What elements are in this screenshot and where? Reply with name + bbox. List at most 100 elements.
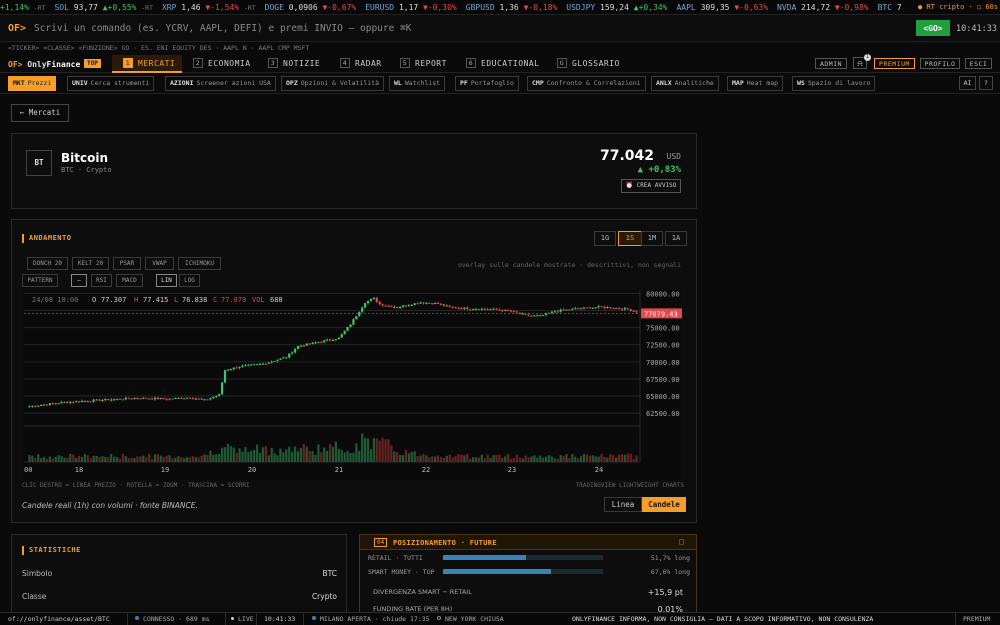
volume-bar <box>469 458 472 462</box>
timeframe-1s-button[interactable]: 1S <box>618 231 642 246</box>
price-chart[interactable]: 80000.0077500.0075000.0072500.0070000.00… <box>22 290 682 480</box>
ticker-item[interactable]: SOL 93,77 ▲+0,55% -RT <box>54 0 153 14</box>
ticker-item[interactable]: XRP 1,46 ▼-1,54% -RT <box>162 0 256 14</box>
ticker-item[interactable]: DOGE 0,0906 ▼-0,67% <box>265 0 357 14</box>
ticker-item[interactable]: USDJPY 159,24 ▲+0,34% <box>566 0 667 14</box>
ohlc-legend-item: 77.307 <box>101 296 126 304</box>
candle <box>311 342 314 344</box>
overlay-donch-20-button[interactable]: DONCH 20 <box>27 257 68 270</box>
volume-bar <box>250 450 253 462</box>
volume-bar <box>530 456 533 462</box>
candle <box>504 309 507 312</box>
volume-bar <box>194 457 197 462</box>
help-button[interactable]: ? <box>979 76 993 90</box>
tab-economia[interactable]: 2 ECONOMIA <box>193 55 255 73</box>
candle <box>232 367 235 370</box>
candle <box>215 395 218 397</box>
exit-button[interactable]: ESCI <box>965 58 992 69</box>
study-macd-button[interactable]: MACD <box>116 274 143 287</box>
volume-bar <box>293 446 297 462</box>
profile-button[interactable]: PROFILO <box>920 58 960 69</box>
status-clock: 10:41:33 <box>264 615 296 623</box>
candle <box>28 406 31 408</box>
study-pattern-button[interactable]: PATTERN <box>22 274 58 287</box>
ticker-item[interactable]: +1,14% -RT <box>0 0 45 14</box>
subtab-pf[interactable]: PF Portafoglio <box>455 76 519 91</box>
scale-log-button[interactable]: LOG <box>179 274 200 287</box>
subtab-azioni[interactable]: AZIONI Screener azioni USA <box>165 76 276 91</box>
overlay-kelt-20-button[interactable]: KELT 20 <box>72 257 109 270</box>
ticker-item[interactable]: NVDA 214,72 ▼-0,98% <box>777 0 869 14</box>
mode-candles-button[interactable]: Candele <box>642 497 686 512</box>
go-button[interactable]: <GO> <box>916 20 950 36</box>
volume-bar <box>407 453 410 462</box>
timeframe-1g-button[interactable]: 1G <box>594 231 616 246</box>
volume-bar <box>127 458 130 462</box>
mode-line-button[interactable]: Linea <box>604 497 642 512</box>
volume-bar <box>480 454 483 462</box>
tab-mercati[interactable]: 1 MERCATI <box>112 55 182 73</box>
subtab-ws[interactable]: WS Spazio di lavoro <box>792 76 876 91</box>
ohlc-legend-item: VOL <box>252 296 265 304</box>
ticker-item[interactable]: GBPUSD 1,36 ▼-0,18% <box>466 0 558 14</box>
tab-report[interactable]: 5 REPORT <box>400 55 454 73</box>
subtab-cmp[interactable]: CMP Confronto & Correlazioni <box>527 76 646 91</box>
tab-radar[interactable]: 4 RADAR <box>340 55 388 73</box>
market-status: MILANO APERTA · chiude 17:35 <box>312 613 430 625</box>
volume-bar <box>162 456 165 462</box>
candle <box>282 357 285 359</box>
collapse-icon[interactable]: □ <box>679 537 684 546</box>
syntax-hint: <TICKER> <CLASSE> <FUNZIONE> GO · ES. EN… <box>8 44 310 52</box>
timeframe-1a-button[interactable]: 1A <box>665 231 687 246</box>
logo[interactable]: OF> OnlyFinance <box>8 60 80 69</box>
study-rsi-button[interactable]: RSI <box>91 274 112 287</box>
volume-bar <box>177 456 180 462</box>
stat-row: Classe Crypto <box>22 592 337 601</box>
overlay-psar-button[interactable]: PSAR <box>113 257 141 270</box>
volume-bar <box>612 454 615 462</box>
overlay-ichimoku-button[interactable]: ICHIMOKU <box>178 257 221 270</box>
command-input[interactable]: Scrivi un comando (es. YCRV, AAPL, DEFI)… <box>34 23 412 34</box>
subtab-opz[interactable]: OPZ Opzioni & Volatilità <box>281 76 385 91</box>
overlay-vwap-button[interactable]: VWAP <box>145 257 174 270</box>
tab-glossario[interactable]: G GLOSSARIO <box>557 55 621 73</box>
timeframe-1m-button[interactable]: 1M <box>641 231 663 246</box>
study-none-button[interactable]: — <box>71 274 87 287</box>
volume-bar <box>384 439 387 462</box>
volume-bar <box>504 456 507 462</box>
subtab-anlx[interactable]: ANLX Analitiche <box>651 76 719 91</box>
candle <box>291 352 294 354</box>
candle <box>261 363 265 365</box>
candle <box>346 326 349 331</box>
candle <box>276 359 279 361</box>
volume-bar <box>396 452 399 462</box>
create-alert-button[interactable]: ⏰ CREA AVVISO <box>621 179 681 193</box>
volume-bar <box>323 447 326 462</box>
ai-button[interactable]: AI <box>959 76 976 90</box>
volume-bar <box>466 453 469 462</box>
volume-bar <box>483 458 486 462</box>
subtab-univ[interactable]: UNIV Cerca strumenti <box>67 76 155 91</box>
volume-bar <box>110 454 113 462</box>
back-to-markets-button[interactable]: ← Mercati <box>11 104 69 122</box>
tab-educational[interactable]: 6 EDUCATIONAL <box>466 55 544 73</box>
subtab-map[interactable]: MAP Heat map <box>727 76 784 91</box>
candle <box>238 367 241 369</box>
volume-bar <box>533 455 536 462</box>
candle <box>448 305 451 307</box>
volume-bar <box>603 456 606 462</box>
tab-notizie[interactable]: 3 NOTIZIE <box>268 55 328 73</box>
premium-button[interactable]: PREMIUM <box>874 58 915 69</box>
candle <box>343 330 346 335</box>
ticker-item[interactable]: AAPL 309,35 ▼-0,63% <box>676 0 768 14</box>
candle <box>168 398 171 400</box>
ticker-strip: +1,14% -RT SOL 93,77 ▲+0,55% -RT XRP 1,46 … <box>0 0 1000 15</box>
admin-button[interactable]: ADMIN <box>815 58 847 69</box>
ticker-item[interactable]: EURUSD 1,17 ▼-0,30% <box>365 0 457 14</box>
volume-bar <box>439 456 443 462</box>
subtab-mkt[interactable]: MKT Prezzi <box>8 76 57 91</box>
volume-bar <box>320 452 323 462</box>
scale-lin-button[interactable]: LIN <box>156 274 177 287</box>
subtab-wl[interactable]: WL Watchlist <box>389 76 446 91</box>
ticker-item[interactable]: BTC 7 <box>878 0 902 14</box>
